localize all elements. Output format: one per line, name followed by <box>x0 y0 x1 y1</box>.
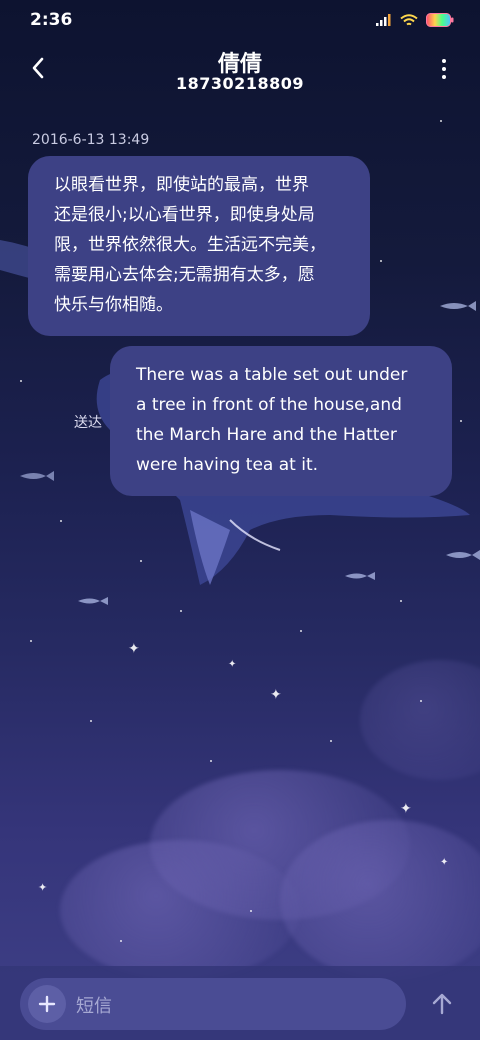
cloud <box>280 820 480 980</box>
star <box>210 760 212 762</box>
message-line: 快乐与你相随。 <box>54 295 173 315</box>
star <box>440 120 442 122</box>
star <box>250 910 252 912</box>
send-button[interactable] <box>428 990 456 1018</box>
star <box>380 260 382 262</box>
fish <box>20 471 54 481</box>
message-line: a tree in front of the house,and <box>136 395 402 415</box>
star <box>140 560 142 562</box>
star <box>300 630 302 632</box>
status-time: 2:36 <box>30 10 73 30</box>
delivery-status: 送达 <box>74 415 102 431</box>
sparkle: ✦ <box>128 641 140 657</box>
message-line: 需要用心去体会;无需拥有太多，愿 <box>54 265 315 285</box>
outgoing-message-bubble[interactable]: There was a table set out under a tree i… <box>110 346 452 496</box>
sparkle: ✦ <box>440 857 449 868</box>
star <box>90 720 92 722</box>
star <box>30 640 32 642</box>
status-icons <box>376 13 454 27</box>
fish <box>440 301 476 311</box>
sparkle: ✦ <box>400 801 412 817</box>
more-vertical-icon <box>442 59 446 63</box>
star <box>420 700 422 702</box>
wifi-icon <box>400 13 418 25</box>
message-timestamp: 2016-6-13 13:49 <box>32 132 150 148</box>
add-attachment-button[interactable] <box>28 985 66 1023</box>
fish <box>78 597 108 605</box>
message-line: 还是很小;以心看世界，即使身处局 <box>54 205 315 225</box>
arrow-up-icon <box>432 993 452 1015</box>
message-input[interactable]: 短信 <box>20 978 406 1030</box>
plus-icon <box>38 995 56 1013</box>
message-line: were having tea at it. <box>136 455 319 475</box>
message-line: 限，世界依然很大。生活远不完美， <box>54 235 326 255</box>
message-line: the March Hare and the Hatter <box>136 425 397 445</box>
sparkle: ✦ <box>270 687 282 703</box>
incoming-message-bubble[interactable]: 以眼看世界，即使站的最高，世界 还是很小;以心看世界，即使身处局 限，世界依然很… <box>28 156 370 336</box>
star <box>330 740 332 742</box>
star <box>20 380 22 382</box>
star <box>460 420 462 422</box>
fish <box>446 550 480 560</box>
battery-icon <box>426 13 454 27</box>
star <box>120 940 122 942</box>
compose-bar: 短信 <box>0 966 480 1040</box>
message-input-placeholder: 短信 <box>76 996 112 1017</box>
more-options-button[interactable] <box>432 54 456 84</box>
signal-icon <box>376 14 391 26</box>
star <box>60 520 62 522</box>
star <box>400 600 402 602</box>
star <box>180 610 182 612</box>
sparkle: ✦ <box>228 659 237 670</box>
fish <box>345 572 375 580</box>
contact-number: 18730218809 <box>176 74 304 93</box>
status-bar: 2:36 <box>0 0 480 40</box>
sparkle: ✦ <box>38 881 48 894</box>
conversation-header: 倩倩 18730218809 <box>0 40 480 104</box>
cloud <box>60 840 300 980</box>
cloud <box>360 660 480 780</box>
message-line: 以眼看世界，即使站的最高，世界 <box>54 175 309 195</box>
message-line: There was a table set out under <box>136 365 408 385</box>
